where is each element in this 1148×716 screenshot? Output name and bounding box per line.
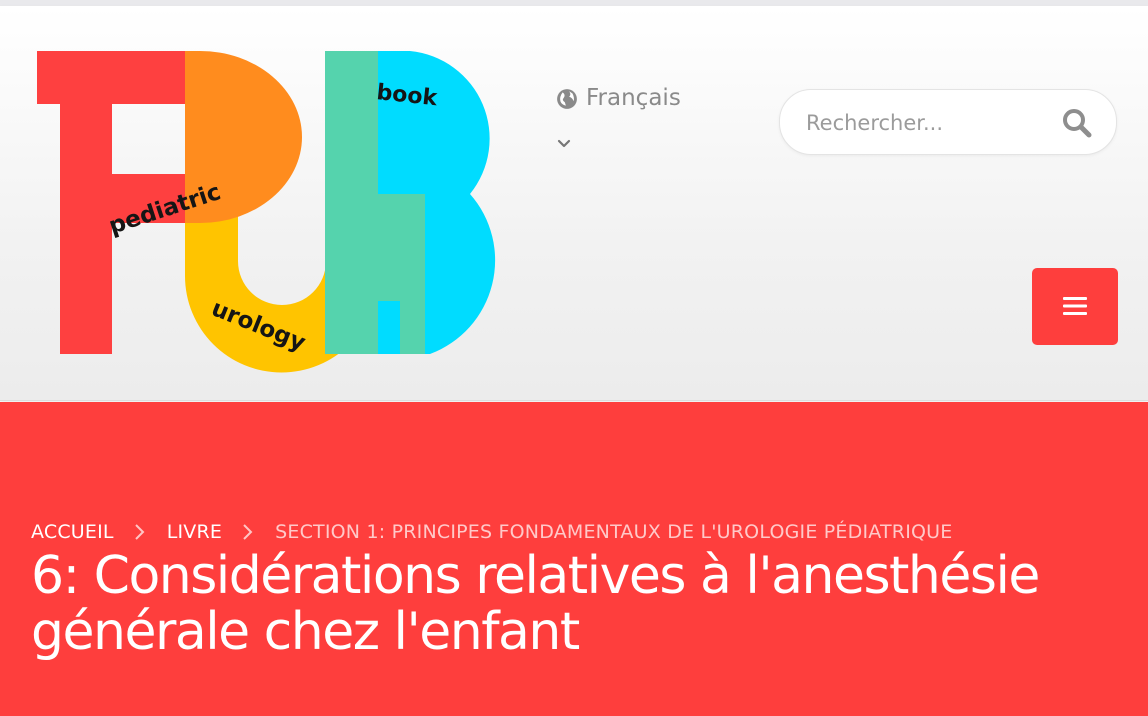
- breadcrumb-section-link[interactable]: SECTION 1: PRINCIPES FONDAMENTAUX DE L'U…: [275, 521, 952, 543]
- search-input[interactable]: [804, 104, 1048, 142]
- page-title: 6: Considérations relatives à l'anesthés…: [31, 546, 1040, 662]
- search-box: [779, 89, 1117, 155]
- pub-logo[interactable]: pediatric urology book: [30, 46, 540, 376]
- page-hero: ACCUEIL LIVRE SECTION 1: PRINCIPES FONDA…: [0, 402, 1148, 716]
- chevron-down-icon[interactable]: [556, 136, 572, 152]
- hamburger-menu-icon: [1063, 297, 1087, 315]
- breadcrumb: ACCUEIL LIVRE SECTION 1: PRINCIPES FONDA…: [31, 517, 952, 547]
- menu-button[interactable]: [1032, 268, 1118, 345]
- site-header: pediatric urology book Français: [0, 6, 1148, 401]
- chevron-right-icon: [134, 524, 145, 540]
- breadcrumb-home-link[interactable]: ACCUEIL: [31, 521, 114, 543]
- globe-icon: [557, 89, 577, 109]
- breadcrumb-book-link[interactable]: LIVRE: [167, 521, 222, 543]
- language-label: Français: [586, 85, 681, 111]
- chevron-right-icon: [243, 524, 253, 540]
- search-icon[interactable]: [1060, 106, 1094, 140]
- language-selector[interactable]: Français: [556, 84, 736, 164]
